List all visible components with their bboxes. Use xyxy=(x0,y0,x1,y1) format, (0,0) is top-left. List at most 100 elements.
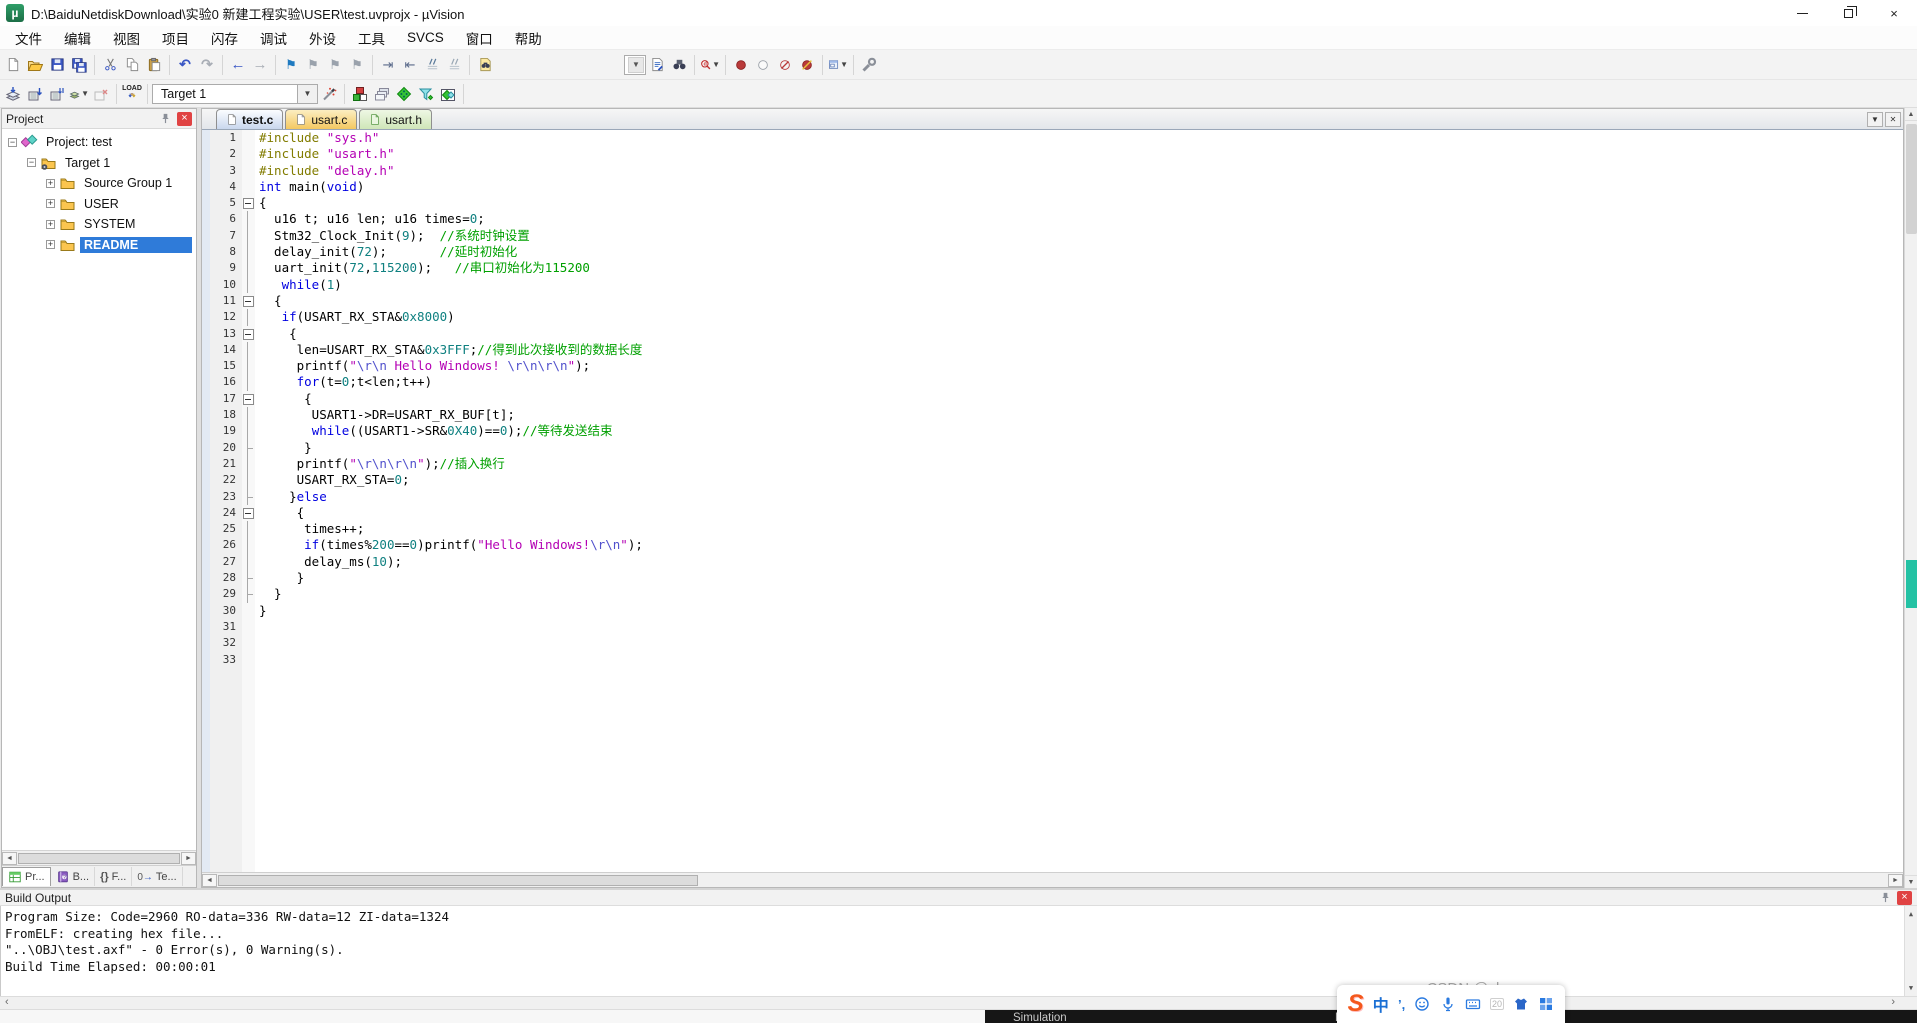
scroll-right-icon[interactable]: › xyxy=(1891,996,1895,1008)
collapse-icon[interactable]: − xyxy=(27,158,36,167)
menu-item-8[interactable]: 工具 xyxy=(347,26,396,50)
menu-item-1[interactable]: 文件 xyxy=(4,26,53,50)
code-line-25[interactable]: 25 times++; xyxy=(202,521,1903,537)
menu-item-7[interactable]: 外设 xyxy=(298,26,347,50)
code-line-1[interactable]: 1#include "sys.h" xyxy=(202,130,1903,146)
pin-icon[interactable] xyxy=(1878,891,1892,905)
code-line-30[interactable]: 30} xyxy=(202,603,1903,619)
close-tab-icon[interactable]: ✕ xyxy=(1885,112,1901,127)
chinese-mode-icon[interactable]: 中 xyxy=(1373,992,1389,1016)
copy-button[interactable] xyxy=(121,54,143,76)
navigate-back-button[interactable]: ← xyxy=(227,54,249,76)
redo-button[interactable]: ↷ xyxy=(196,54,218,76)
build-output-close-icon[interactable]: × xyxy=(1897,891,1912,905)
minimize-button[interactable] xyxy=(1779,0,1825,26)
breakpoint-kill-all-button[interactable] xyxy=(796,54,818,76)
scroll-up-icon[interactable]: ▲ xyxy=(1909,906,1913,923)
breakpoint-enable-button[interactable] xyxy=(752,54,774,76)
panel-tab-b[interactable]: ?B... xyxy=(51,867,96,886)
batch-build-button[interactable]: ▼ xyxy=(68,83,90,105)
bookmark-next-button[interactable]: ⚑ xyxy=(324,54,346,76)
scroll-left-icon[interactable]: ◄ xyxy=(2,852,17,865)
close-button[interactable]: × xyxy=(1871,0,1917,26)
tree-item-system[interactable]: +SYSTEM xyxy=(2,214,196,235)
code-line-26[interactable]: 26 if(times%200==0)printf("Hello Windows… xyxy=(202,537,1903,553)
fold-collapse-icon[interactable] xyxy=(242,391,255,407)
menu-item-3[interactable]: 视图 xyxy=(102,26,151,50)
ime-badge[interactable]: 20 xyxy=(1490,998,1504,1010)
expand-icon[interactable]: + xyxy=(46,179,55,188)
menu-item-11[interactable]: 帮助 xyxy=(504,26,553,50)
select-packs-button[interactable] xyxy=(415,83,437,105)
code-line-11[interactable]: 11 { xyxy=(202,293,1903,309)
expand-icon[interactable]: + xyxy=(46,240,55,249)
uncomment-selection-button[interactable] xyxy=(443,54,465,76)
document-find-button[interactable] xyxy=(646,54,668,76)
menu-item-10[interactable]: 窗口 xyxy=(455,26,504,50)
scroll-down-icon[interactable]: ▼ xyxy=(1909,980,1913,997)
build-output-vscrollbar[interactable]: ▲▼ xyxy=(1904,906,1917,996)
panel-tab-te[interactable]: 0→Te... xyxy=(132,867,182,886)
fold-collapse-icon[interactable] xyxy=(242,293,255,309)
punctuation-icon[interactable]: ’, xyxy=(1398,997,1405,1012)
stop-build-button[interactable] xyxy=(90,83,112,105)
configure-button[interactable] xyxy=(858,54,880,76)
tree-item-target-1[interactable]: −Target 1 xyxy=(2,153,196,174)
code-line-29[interactable]: 29 } xyxy=(202,586,1903,602)
menu-item-2[interactable]: 编辑 xyxy=(53,26,102,50)
code-line-5[interactable]: 5{ xyxy=(202,195,1903,211)
open-file-button[interactable] xyxy=(24,54,46,76)
scroll-left-icon[interactable]: ◄ xyxy=(202,874,217,887)
build-button[interactable] xyxy=(24,83,46,105)
code-line-33[interactable]: 33 xyxy=(202,652,1903,668)
build-output-hscrollbar[interactable]: ‹ › xyxy=(0,996,1917,1009)
code-line-32[interactable]: 32 xyxy=(202,635,1903,651)
code-line-28[interactable]: 28 } xyxy=(202,570,1903,586)
code-line-31[interactable]: 31 xyxy=(202,619,1903,635)
panel-tab-f[interactable]: {}F... xyxy=(95,867,132,886)
options-for-target-button[interactable] xyxy=(318,83,340,105)
scroll-right-icon[interactable]: ► xyxy=(1888,874,1903,887)
scroll-up-icon[interactable]: ▲ xyxy=(1905,108,1917,121)
menu-item-5[interactable]: 闪存 xyxy=(200,26,249,50)
code-line-24[interactable]: 24 { xyxy=(202,505,1903,521)
fold-collapse-icon[interactable] xyxy=(242,195,255,211)
search-combo[interactable]: ▼ xyxy=(624,55,646,75)
fold-collapse-icon[interactable] xyxy=(242,505,255,521)
code-line-17[interactable]: 17 { xyxy=(202,391,1903,407)
scroll-thumb[interactable] xyxy=(18,853,180,864)
cut-button[interactable] xyxy=(99,54,121,76)
editor-tab-usart-h[interactable]: usart.h xyxy=(359,109,432,129)
paste-button[interactable] xyxy=(143,54,165,76)
comment-selection-button[interactable] xyxy=(421,54,443,76)
menu-item-9[interactable]: SVCS xyxy=(396,28,455,47)
toolbox-icon[interactable] xyxy=(1538,996,1554,1012)
code-line-7[interactable]: 7 Stm32_Clock_Init(9); //系统时钟设置 xyxy=(202,228,1903,244)
scroll-left-icon[interactable]: ‹ xyxy=(5,996,9,1008)
menu-item-4[interactable]: 项目 xyxy=(151,26,200,50)
scroll-thumb[interactable] xyxy=(218,875,698,886)
code-line-3[interactable]: 3#include "delay.h" xyxy=(202,163,1903,179)
bookmark-clear-button[interactable]: ⚑ xyxy=(346,54,368,76)
scroll-right-icon[interactable]: ► xyxy=(181,852,196,865)
target-select-arrow-icon[interactable]: ▼ xyxy=(298,84,318,104)
scroll-down-icon[interactable]: ▼ xyxy=(1905,875,1917,888)
undo-button[interactable]: ↶ xyxy=(174,54,196,76)
code-line-12[interactable]: 12 if(USART_RX_STA&0x8000) xyxy=(202,309,1903,325)
scroll-thumb[interactable] xyxy=(1906,124,1917,234)
tab-list-dropdown-icon[interactable]: ▼ xyxy=(1867,112,1883,127)
code-area[interactable]: 1#include "sys.h"2#include "usart.h"3#in… xyxy=(202,130,1903,872)
code-line-9[interactable]: 9 uart_init(72,115200); //串口初始化为115200 xyxy=(202,260,1903,276)
indent-left-button[interactable]: ⇤ xyxy=(399,54,421,76)
runtime-env-button[interactable] xyxy=(437,83,459,105)
expand-icon[interactable]: + xyxy=(46,199,55,208)
keyboard-icon[interactable] xyxy=(1465,996,1481,1012)
project-panel-hscrollbar[interactable]: ◄ ► xyxy=(2,850,196,865)
editor-tab-test-c[interactable]: test.c xyxy=(216,109,283,129)
debug-windows-button[interactable]: ▼ xyxy=(827,54,849,76)
tree-item-user[interactable]: +USER xyxy=(2,194,196,215)
binoculars-button[interactable] xyxy=(668,54,690,76)
sogou-logo-icon[interactable]: S xyxy=(1348,990,1364,1018)
indent-right-button[interactable]: ⇥ xyxy=(377,54,399,76)
collapse-icon[interactable]: − xyxy=(8,138,17,147)
